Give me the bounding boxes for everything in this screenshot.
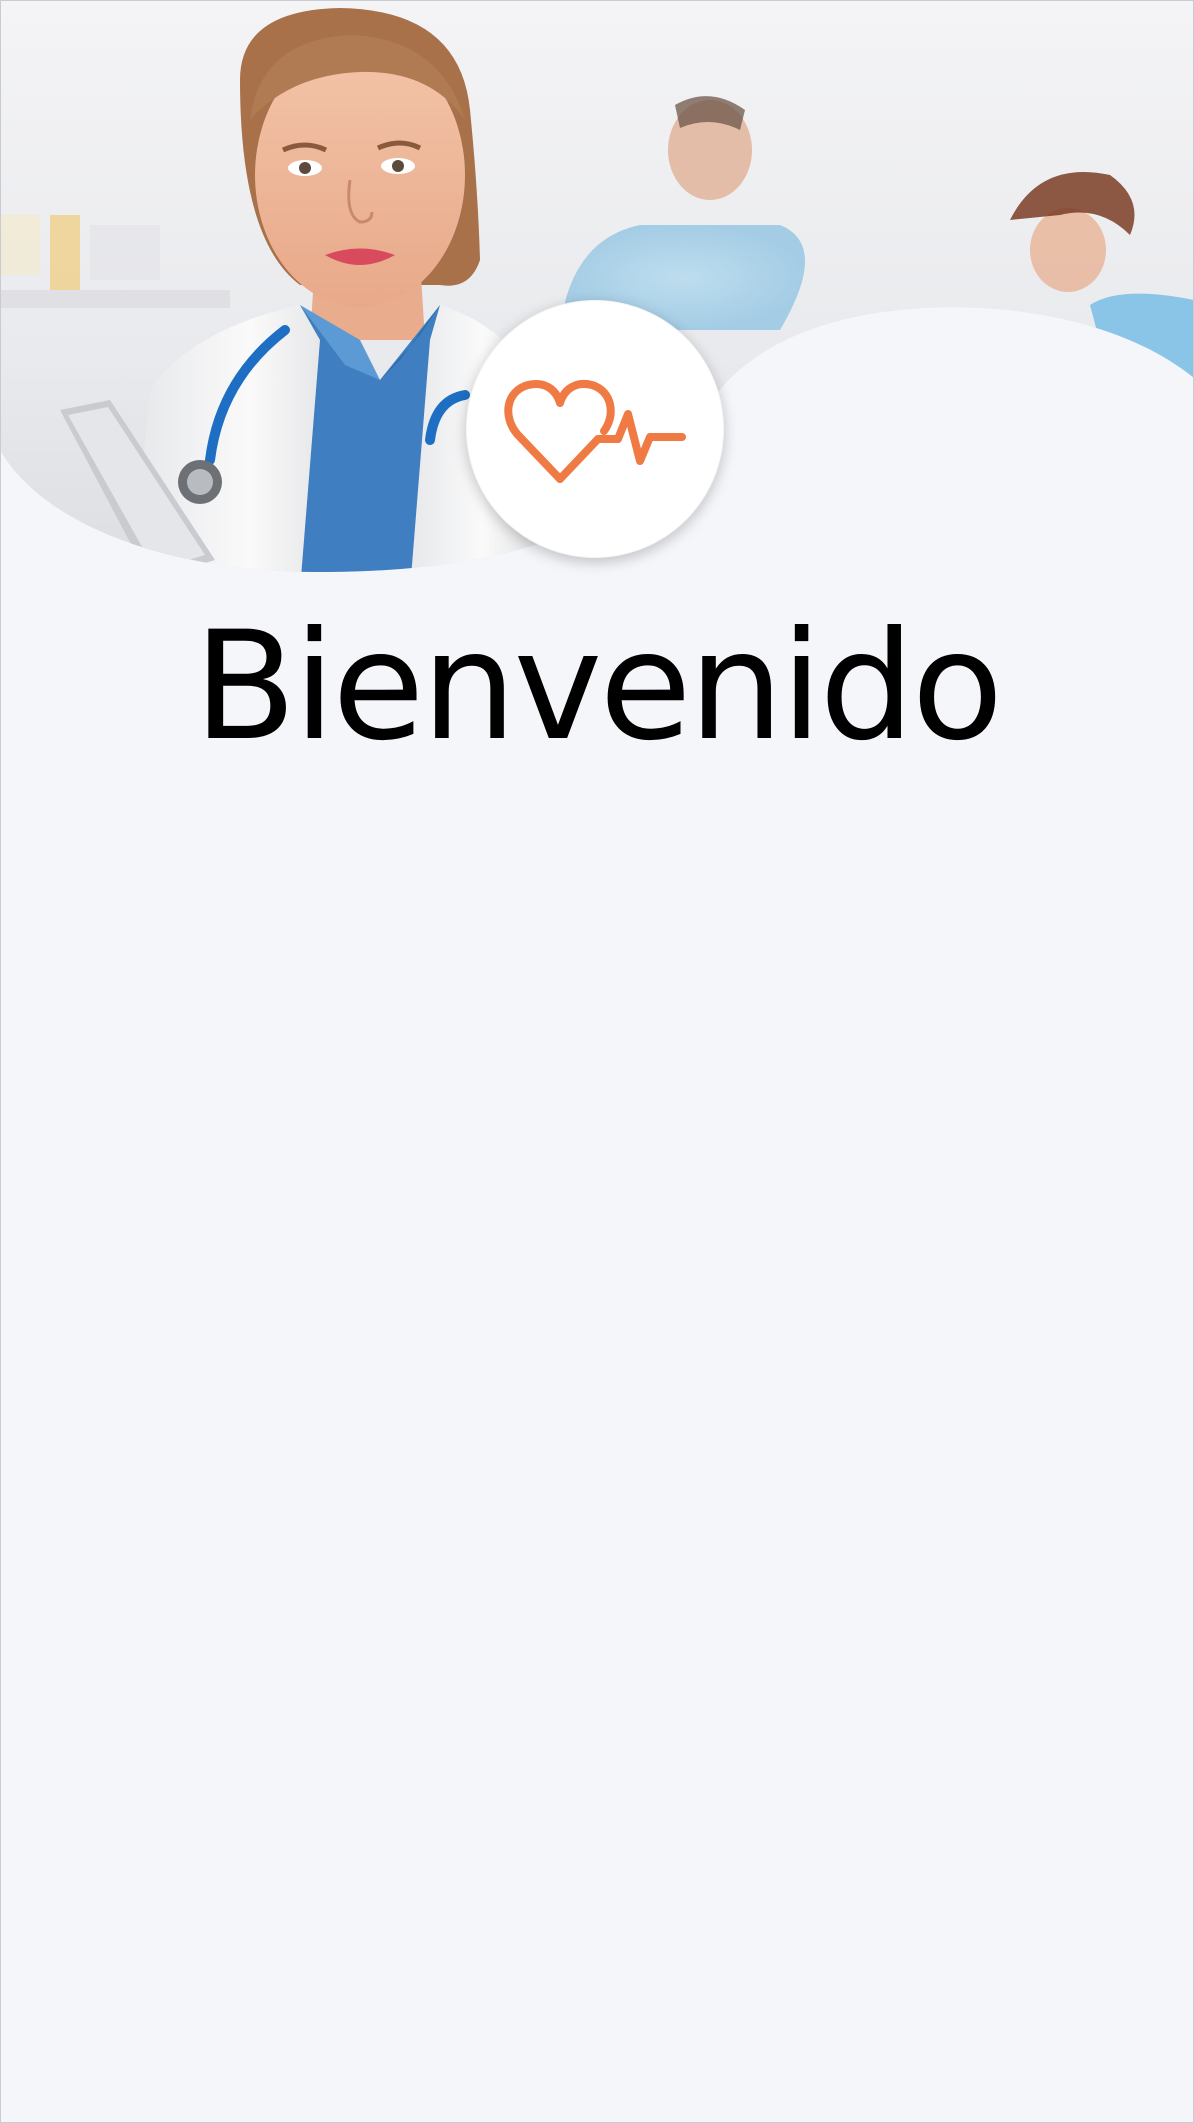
welcome-screen: Bienvenido xyxy=(0,0,1194,2123)
welcome-title: Bienvenido xyxy=(193,600,1004,774)
app-logo xyxy=(466,300,724,558)
heart-pulse-icon xyxy=(504,380,686,483)
